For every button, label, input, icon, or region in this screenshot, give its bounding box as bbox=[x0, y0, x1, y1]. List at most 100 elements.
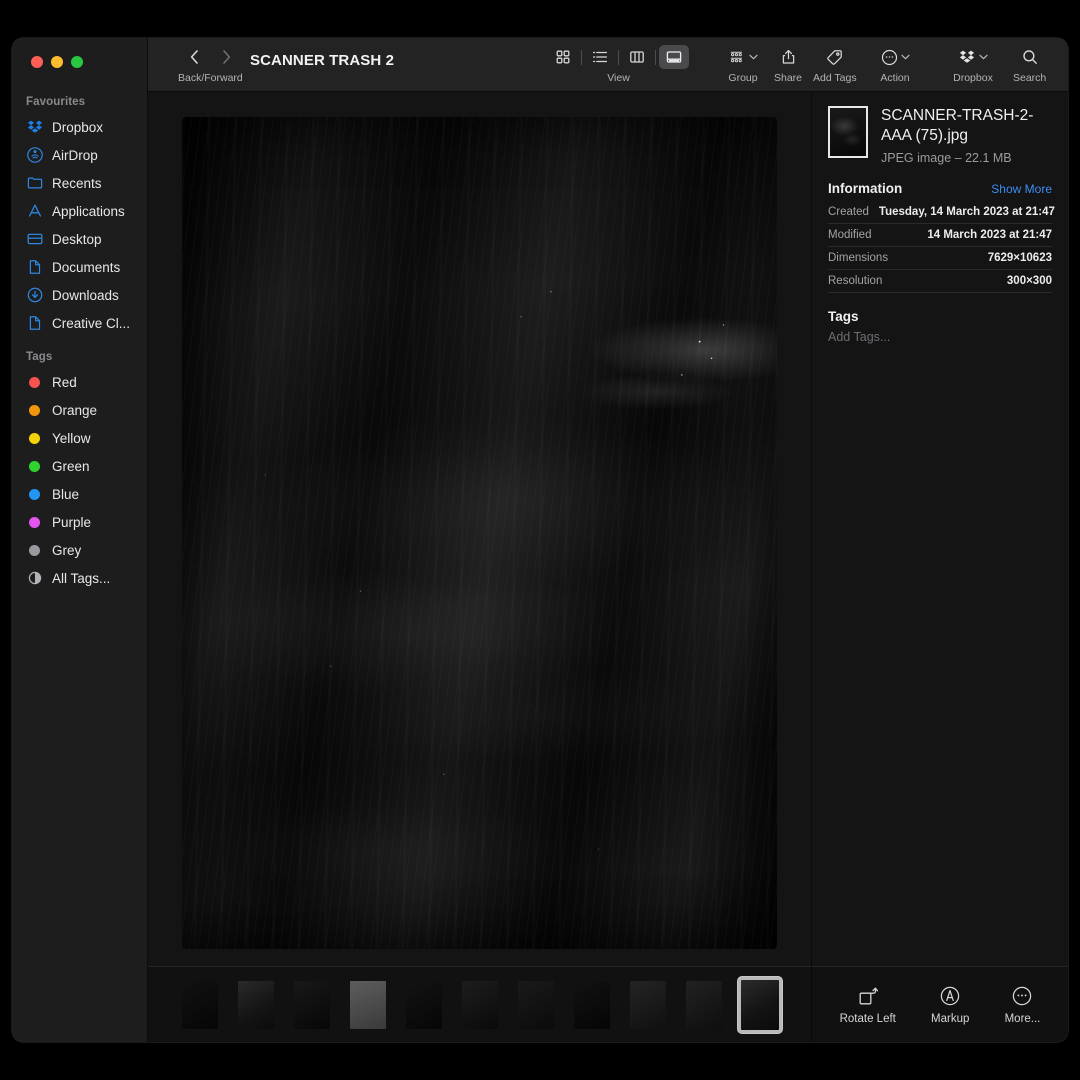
dropbox-label: Dropbox bbox=[953, 72, 993, 84]
sidebar: Favourites Dropbox AirDrop Recen bbox=[12, 38, 148, 1042]
filmstrip-thumb[interactable] bbox=[346, 977, 390, 1033]
search-button[interactable] bbox=[1015, 45, 1045, 69]
back-button[interactable] bbox=[179, 45, 209, 69]
rotate-left-button[interactable]: Rotate Left bbox=[840, 985, 896, 1025]
minimize-button[interactable] bbox=[51, 56, 63, 68]
sidebar-tag-label: Orange bbox=[52, 403, 97, 418]
divider bbox=[581, 50, 582, 65]
document-icon bbox=[26, 315, 43, 332]
share-group: Share bbox=[773, 44, 803, 84]
show-more-link[interactable]: Show More bbox=[991, 182, 1052, 196]
all-tags-icon bbox=[26, 570, 43, 587]
back-forward-group: Back/Forward bbox=[178, 44, 243, 84]
file-header: SCANNER-TRASH-2-AAA (75).jpg JPEG image … bbox=[828, 106, 1052, 165]
info-row-created: Created Tuesday, 14 March 2023 at 21:47 bbox=[828, 201, 1052, 224]
sidebar-item-documents[interactable]: Documents bbox=[12, 253, 147, 281]
sidebar-item-label: Recents bbox=[52, 176, 102, 191]
filmstrip-thumb[interactable] bbox=[178, 977, 222, 1033]
tag-dot-icon bbox=[26, 514, 43, 531]
sidebar-item-label: Downloads bbox=[52, 288, 119, 303]
sidebar-tag-red[interactable]: Red bbox=[12, 368, 147, 396]
info-value: 7629×10623 bbox=[988, 252, 1052, 264]
preview-image[interactable] bbox=[182, 117, 777, 949]
sidebar-all-tags[interactable]: All Tags... bbox=[12, 564, 147, 592]
filmstrip-thumb[interactable] bbox=[290, 977, 334, 1033]
filmstrip-thumb-selected[interactable] bbox=[738, 977, 782, 1033]
tag-dot-icon bbox=[26, 486, 43, 503]
filmstrip-thumb[interactable] bbox=[402, 977, 446, 1033]
markup-label: Markup bbox=[931, 1013, 969, 1025]
filmstrip-thumb[interactable] bbox=[458, 977, 502, 1033]
sidebar-item-label: Dropbox bbox=[52, 120, 103, 135]
filmstrip-thumb[interactable] bbox=[514, 977, 558, 1033]
applications-icon bbox=[26, 203, 43, 220]
file-name: SCANNER-TRASH-2-AAA (75).jpg bbox=[881, 106, 1052, 146]
filmstrip-thumb[interactable] bbox=[234, 977, 278, 1033]
filmstrip-thumb[interactable] bbox=[682, 977, 726, 1033]
gallery-view-button[interactable] bbox=[659, 45, 689, 69]
tag-dot-icon bbox=[26, 542, 43, 559]
traffic-lights bbox=[12, 38, 147, 88]
sidebar-item-recents[interactable]: Recents bbox=[12, 169, 147, 197]
sidebar-item-label: AirDrop bbox=[52, 148, 98, 163]
window-content: Back/Forward SCANNER TRASH 2 bbox=[148, 38, 1068, 1042]
group-group: Group bbox=[723, 44, 763, 84]
sidebar-item-desktop[interactable]: Desktop bbox=[12, 225, 147, 253]
information-title: Information bbox=[828, 181, 902, 196]
rotate-left-icon bbox=[857, 985, 879, 1007]
dropbox-button[interactable] bbox=[953, 45, 993, 69]
sidebar-tag-orange[interactable]: Orange bbox=[12, 396, 147, 424]
sidebar-tag-label: Green bbox=[52, 459, 90, 474]
sidebar-tag-label: Red bbox=[52, 375, 77, 390]
action-button[interactable] bbox=[875, 45, 915, 69]
share-button[interactable] bbox=[773, 45, 803, 69]
sidebar-tag-label: Purple bbox=[52, 515, 91, 530]
sidebar-tag-blue[interactable]: Blue bbox=[12, 480, 147, 508]
more-button[interactable]: More... bbox=[1005, 985, 1041, 1025]
group-button[interactable] bbox=[723, 45, 763, 69]
forward-button[interactable] bbox=[211, 45, 241, 69]
group-label: Group bbox=[728, 72, 757, 84]
column-view-button[interactable] bbox=[622, 45, 652, 69]
sidebar-item-applications[interactable]: Applications bbox=[12, 197, 147, 225]
airdrop-icon bbox=[26, 147, 43, 164]
sidebar-tag-green[interactable]: Green bbox=[12, 452, 147, 480]
sidebar-all-tags-label: All Tags... bbox=[52, 571, 110, 586]
divider bbox=[618, 50, 619, 65]
filmstrip-thumb[interactable] bbox=[626, 977, 670, 1033]
sidebar-tag-yellow[interactable]: Yellow bbox=[12, 424, 147, 452]
sidebar-tag-label: Grey bbox=[52, 543, 81, 558]
sidebar-tag-label: Yellow bbox=[52, 431, 91, 446]
list-view-button[interactable] bbox=[585, 45, 615, 69]
inspector-action-bar: Rotate Left Markup bbox=[812, 966, 1068, 1042]
zoom-button[interactable] bbox=[71, 56, 83, 68]
sidebar-item-downloads[interactable]: Downloads bbox=[12, 281, 147, 309]
desktop-icon bbox=[26, 231, 43, 248]
filmstrip-thumb[interactable] bbox=[570, 977, 614, 1033]
sidebar-item-label: Applications bbox=[52, 204, 125, 219]
sidebar-item-airdrop[interactable]: AirDrop bbox=[12, 141, 147, 169]
filmstrip[interactable] bbox=[148, 966, 811, 1042]
dropbox-group: Dropbox bbox=[953, 44, 993, 84]
sidebar-tag-grey[interactable]: Grey bbox=[12, 536, 147, 564]
info-value: 14 March 2023 at 21:47 bbox=[927, 229, 1052, 241]
sidebar-item-dropbox[interactable]: Dropbox bbox=[12, 113, 147, 141]
sidebar-item-label: Documents bbox=[52, 260, 120, 275]
icon-view-button[interactable] bbox=[548, 45, 578, 69]
document-icon bbox=[26, 259, 43, 276]
info-row-dimensions: Dimensions 7629×10623 bbox=[828, 247, 1052, 270]
tag-dot-icon bbox=[26, 458, 43, 475]
close-button[interactable] bbox=[31, 56, 43, 68]
markup-button[interactable]: Markup bbox=[931, 985, 969, 1025]
add-tags-field[interactable]: Add Tags... bbox=[828, 330, 1052, 344]
action-group: Action bbox=[875, 44, 915, 84]
toolbar: Back/Forward SCANNER TRASH 2 bbox=[148, 38, 1068, 92]
add-tags-button[interactable] bbox=[820, 45, 850, 69]
share-label: Share bbox=[774, 72, 802, 84]
view-group: View bbox=[548, 44, 689, 84]
info-row-modified: Modified 14 March 2023 at 21:47 bbox=[828, 224, 1052, 247]
downloads-icon bbox=[26, 287, 43, 304]
view-label: View bbox=[607, 72, 630, 84]
sidebar-tag-purple[interactable]: Purple bbox=[12, 508, 147, 536]
sidebar-item-creative-cloud[interactable]: Creative Cl... bbox=[12, 309, 147, 337]
